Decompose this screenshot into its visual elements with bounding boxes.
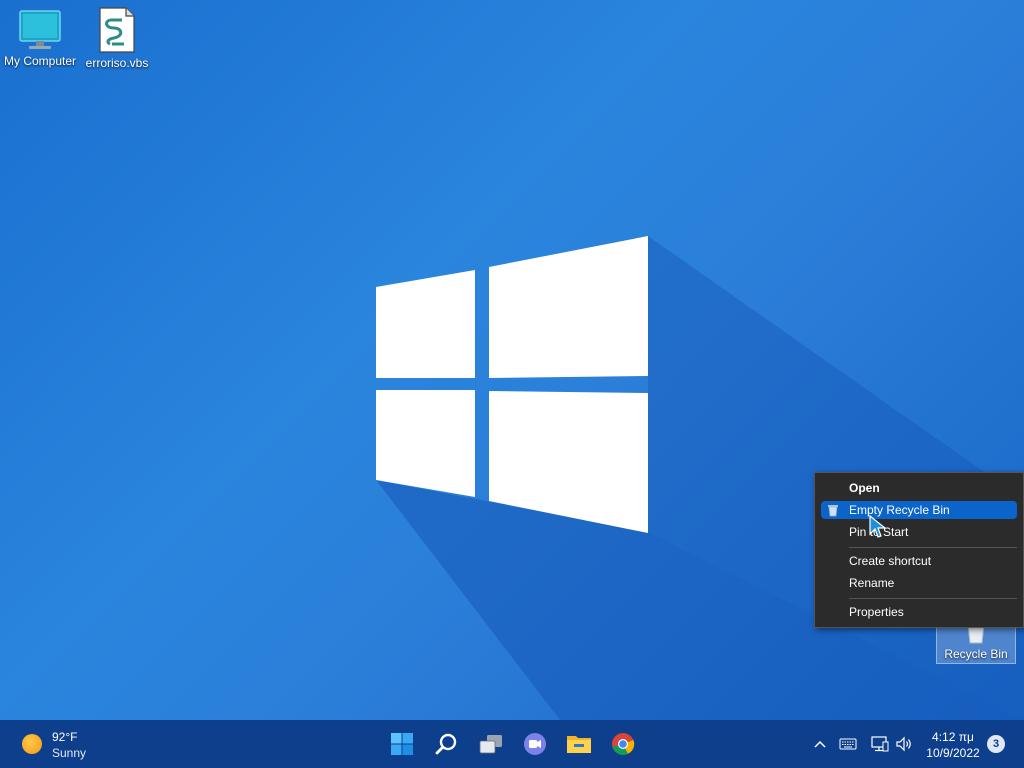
vbs-file-label: erroriso.vbs: [85, 56, 149, 70]
my-computer-label: My Computer: [3, 54, 77, 68]
notification-badge[interactable]: 3: [987, 735, 1005, 753]
clock[interactable]: 4:12 πμ 10/9/2022: [920, 729, 986, 761]
my-computer-desktop-icon[interactable]: My Computer: [0, 8, 80, 68]
start-icon: [391, 733, 413, 755]
sun-icon: [22, 734, 42, 754]
chat-button[interactable]: [519, 728, 551, 760]
task-view-icon: [479, 735, 502, 754]
search-icon: [435, 733, 457, 755]
volume-icon: [896, 736, 911, 752]
keyboard-icon: [839, 738, 857, 750]
weather-temperature: 92°F: [52, 730, 78, 744]
network-button[interactable]: [869, 732, 891, 756]
vbs-file-desktop-icon[interactable]: erroriso.vbs: [77, 6, 157, 70]
taskbar: 92°F Sunny 4:12 πμ 10/9/2022 3: [0, 720, 1024, 768]
chevron-up-icon: [814, 740, 826, 748]
network-icon: [871, 736, 889, 752]
file-explorer-icon: [567, 736, 591, 753]
recycle-bin-mini-icon: [828, 505, 838, 517]
menu-separator: [849, 598, 1017, 599]
menu-item-empty-label: Empty Recycle Bin: [849, 503, 950, 517]
mouse-cursor-icon: [869, 514, 887, 538]
chrome-button[interactable]: [607, 728, 639, 760]
search-button[interactable]: [431, 728, 463, 760]
start-button[interactable]: [386, 728, 418, 760]
menu-item-empty-recycle-bin[interactable]: Empty Recycle Bin: [821, 501, 1017, 519]
show-hidden-icons-button[interactable]: [809, 732, 831, 756]
menu-item-pin-to-start[interactable]: Pin to Start: [821, 523, 1017, 541]
windows-logo-wallpaper: [376, 236, 648, 533]
context-menu: Open Empty Recycle Bin Pin to Start Crea…: [814, 472, 1024, 628]
file-explorer-button[interactable]: [563, 728, 595, 760]
menu-separator: [849, 547, 1017, 548]
clock-date: 10/9/2022: [926, 746, 980, 760]
task-view-button[interactable]: [475, 728, 507, 760]
desktop[interactable]: My Computer erroriso.vbs Recycle Bin Ope…: [0, 0, 1024, 720]
menu-item-properties[interactable]: Properties: [821, 603, 1017, 621]
menu-item-create-shortcut[interactable]: Create shortcut: [821, 552, 1017, 570]
monitor-icon: [19, 10, 61, 49]
volume-button[interactable]: [893, 732, 915, 756]
clock-time: 4:12 πμ: [932, 730, 974, 744]
script-file-icon: [99, 7, 135, 53]
menu-item-rename[interactable]: Rename: [821, 574, 1017, 592]
chrome-icon: [612, 733, 635, 755]
weather-condition: Sunny: [52, 746, 87, 760]
keyboard-button[interactable]: [837, 732, 859, 756]
menu-item-open[interactable]: Open: [821, 479, 1017, 497]
chat-icon: [524, 733, 546, 755]
recycle-bin-label: Recycle Bin: [944, 647, 1008, 661]
